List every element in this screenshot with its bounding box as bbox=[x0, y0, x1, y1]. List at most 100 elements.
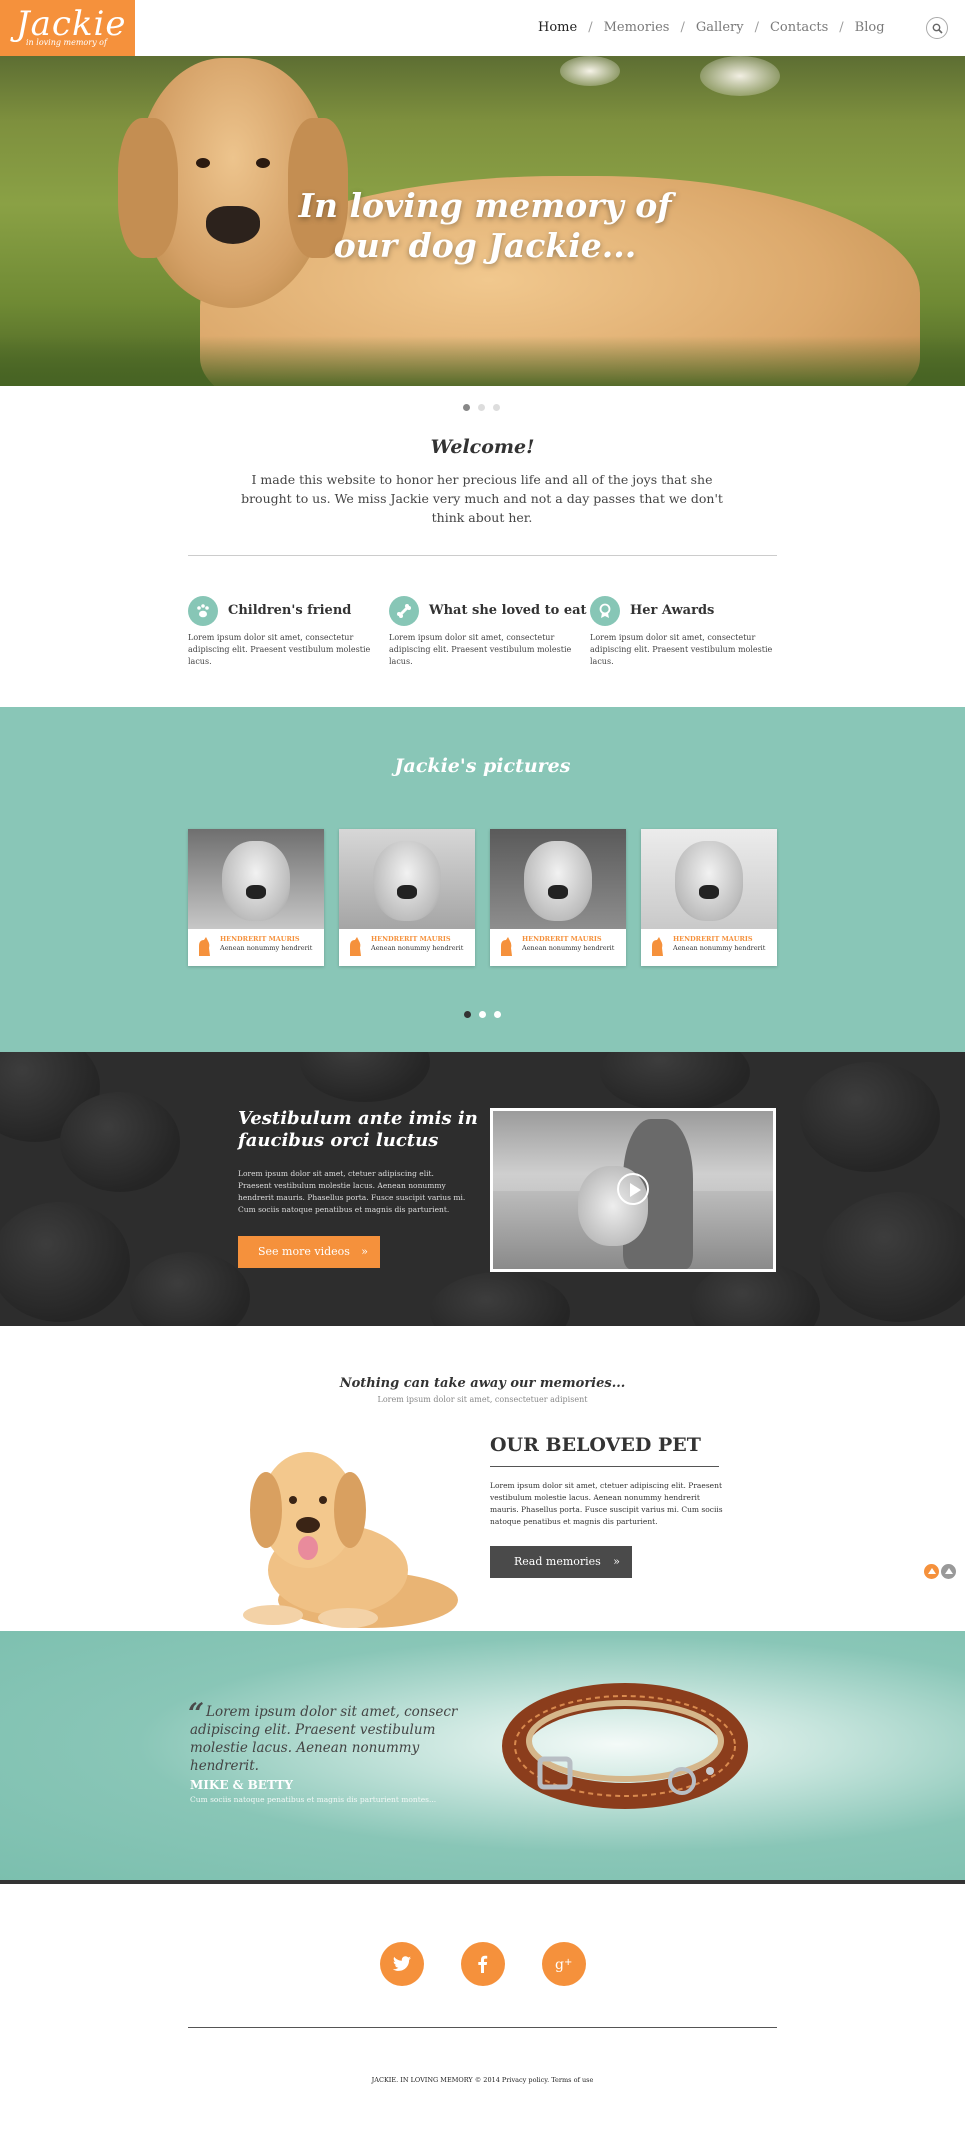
nav-separator: / bbox=[588, 20, 593, 35]
card-title: HENDRERIT MAURIS bbox=[673, 935, 753, 943]
hero-title: In loving memory of our dog Jackie... bbox=[250, 186, 720, 266]
see-more-videos-button[interactable]: See more videos » bbox=[238, 1236, 380, 1268]
nav-item-memories[interactable]: Memories bbox=[604, 20, 670, 35]
dog-icon bbox=[652, 937, 663, 956]
logo[interactable]: Jackie in loving memory of bbox=[0, 0, 135, 56]
scroll-up-icon[interactable] bbox=[941, 1564, 956, 1579]
picture-card[interactable]: HENDRERIT MAURIS Aenean nonummy hendreri… bbox=[490, 829, 626, 966]
card-title: HENDRERIT MAURIS bbox=[522, 935, 602, 943]
pictures-title: Jackie's pictures bbox=[394, 755, 571, 777]
picture-card[interactable]: HENDRERIT MAURIS Aenean nonummy hendreri… bbox=[641, 829, 777, 966]
svg-text:g: g bbox=[555, 1957, 564, 1973]
pebble bbox=[130, 1252, 250, 1326]
memories-title: Nothing can take away our memories... bbox=[339, 1376, 626, 1391]
card-subtitle: Aenean nonummy hendrerit bbox=[371, 944, 464, 952]
hero-title-line2: our dog Jackie... bbox=[333, 226, 637, 265]
scroll-controls bbox=[924, 1564, 958, 1583]
hero-bokeh bbox=[560, 56, 620, 86]
nav-item-home[interactable]: Home bbox=[538, 20, 577, 35]
quote-author-sub: Cum sociis natoque penatibus et magnis d… bbox=[190, 1795, 437, 1804]
pet-dog-image bbox=[243, 1452, 458, 1628]
divider bbox=[490, 1466, 719, 1467]
card-subtitle: Aenean nonummy hendrerit bbox=[673, 944, 766, 952]
nav-separator: / bbox=[754, 20, 759, 35]
dog-icon bbox=[501, 937, 512, 956]
logo-tagline: in loving memory of bbox=[26, 38, 107, 47]
feature-text: Lorem ipsum dolor sit amet, consectetur … bbox=[590, 633, 773, 666]
slider-dot[interactable] bbox=[463, 404, 470, 411]
carousel-dot[interactable] bbox=[464, 1011, 471, 1018]
quote-author: MIKE & BETTY bbox=[190, 1778, 293, 1792]
feature-text: Lorem ipsum dolor sit amet, consectetur … bbox=[188, 633, 371, 666]
video-section: Vestibulum ante imis in faucibus orci lu… bbox=[0, 1052, 965, 1326]
dog-photo bbox=[188, 829, 324, 929]
picture-card[interactable]: HENDRERIT MAURIS Aenean nonummy hendreri… bbox=[339, 829, 475, 966]
pictures-pagination bbox=[464, 1003, 509, 1022]
hero-bokeh bbox=[700, 56, 780, 96]
svg-text:+: + bbox=[564, 1957, 572, 1968]
card-title: HENDRERIT MAURIS bbox=[371, 935, 451, 943]
nav-item-gallery[interactable]: Gallery bbox=[696, 20, 744, 35]
welcome-title: Welcome! bbox=[430, 436, 535, 458]
search-icon bbox=[932, 23, 943, 34]
twitter-button[interactable] bbox=[380, 1942, 424, 1986]
dog-icon bbox=[199, 937, 210, 956]
facebook-button[interactable] bbox=[461, 1942, 505, 1986]
nav-item-contacts[interactable]: Contacts bbox=[770, 20, 828, 35]
dog-photo bbox=[490, 829, 626, 929]
quote-text: Lorem ipsum dolor sit amet, consecr adip… bbox=[190, 1704, 458, 1774]
video-thumbnail bbox=[493, 1111, 773, 1269]
welcome-text: I made this website to honor her preciou… bbox=[241, 472, 723, 525]
divider bbox=[188, 2027, 777, 2028]
feature-title: What she loved to eat bbox=[429, 603, 587, 618]
scroll-top-icon[interactable] bbox=[924, 1564, 939, 1579]
testimonial-section: “ Lorem ipsum dolor sit amet, consecr ad… bbox=[0, 1631, 965, 1883]
slider-dot[interactable] bbox=[478, 404, 485, 411]
google-plus-icon: g + bbox=[555, 1957, 572, 1973]
pebble bbox=[60, 1092, 180, 1192]
nav-item-blog[interactable]: Blog bbox=[855, 20, 885, 35]
feature-title: Her Awards bbox=[630, 603, 715, 618]
nav-separator: / bbox=[839, 20, 844, 35]
card-subtitle: Aenean nonummy hendrerit bbox=[522, 944, 615, 952]
header: Jackie in loving memory of Home / Memories… bbox=[0, 0, 965, 56]
google-plus-button[interactable]: g + bbox=[542, 1942, 586, 1986]
card-title: HENDRERIT MAURIS bbox=[220, 935, 300, 943]
hero-pagination bbox=[463, 396, 508, 415]
picture-card[interactable]: HENDRERIT MAURIS Aenean nonummy hendreri… bbox=[188, 829, 324, 966]
button-label: See more videos bbox=[258, 1245, 350, 1258]
pebble bbox=[600, 1052, 750, 1112]
dog-photo bbox=[339, 829, 475, 929]
divider bbox=[188, 555, 777, 556]
paw-icon bbox=[188, 596, 218, 626]
carousel-dot[interactable] bbox=[494, 1011, 501, 1018]
twitter-icon bbox=[392, 1956, 411, 1971]
feature-text: Lorem ipsum dolor sit amet, consectetur … bbox=[389, 633, 572, 666]
video-player[interactable] bbox=[490, 1108, 776, 1272]
footer-copyright: JACKIE. IN LOVING MEMORY © 2014 Privacy … bbox=[371, 2076, 594, 2084]
hero-title-line1: In loving memory of bbox=[298, 186, 672, 225]
bone-icon bbox=[389, 596, 419, 626]
button-label: Read memories bbox=[514, 1555, 601, 1568]
video-text: Lorem ipsum dolor sit amet, ctetuer adip… bbox=[238, 1169, 466, 1214]
play-icon[interactable] bbox=[617, 1173, 649, 1205]
slider-dot[interactable] bbox=[493, 404, 500, 411]
search-button[interactable] bbox=[926, 17, 948, 39]
carousel-dot[interactable] bbox=[479, 1011, 486, 1018]
hero-grass bbox=[0, 336, 965, 386]
pictures-section: Jackie's pictures HENDRERIT MAURIS Aenea… bbox=[0, 707, 965, 1052]
main-nav: Home / Memories / Gallery / Contacts / Blog bbox=[538, 20, 885, 35]
pebble bbox=[0, 1202, 130, 1322]
nav-separator: / bbox=[680, 20, 685, 35]
pebble bbox=[430, 1272, 570, 1326]
card-subtitle: Aenean nonummy hendrerit bbox=[220, 944, 313, 952]
pet-text: Lorem ipsum dolor sit amet, ctetuer adip… bbox=[490, 1481, 723, 1526]
dog-collar-image bbox=[502, 1683, 748, 1809]
dog-eye bbox=[256, 158, 270, 168]
pebble bbox=[820, 1192, 965, 1322]
dog-icon bbox=[350, 937, 361, 956]
read-memories-button[interactable]: Read memories » bbox=[490, 1546, 632, 1578]
facebook-icon bbox=[478, 1955, 488, 1973]
award-icon bbox=[590, 596, 620, 626]
pebble bbox=[800, 1062, 940, 1172]
